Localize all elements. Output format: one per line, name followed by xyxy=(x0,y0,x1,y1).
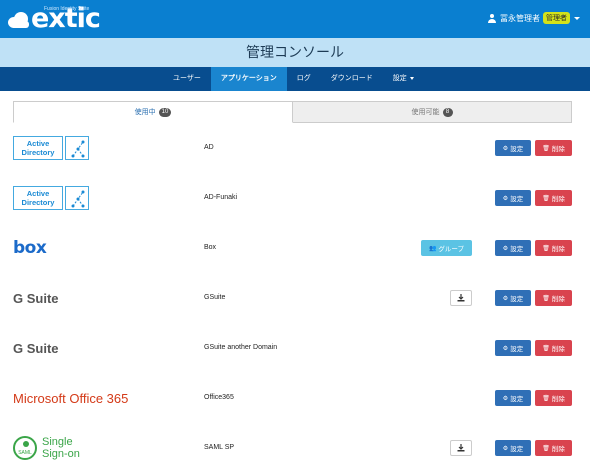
app-name: GSuite another Domain xyxy=(204,344,278,351)
delete-button[interactable]: 🗑 削除 xyxy=(535,440,572,456)
delete-button[interactable]: 🗑 削除 xyxy=(535,340,572,356)
trash-icon: 🗑 xyxy=(542,195,550,202)
gsuite-logo: G Suite xyxy=(13,290,59,306)
single-sign-on-logo: SAML Single Sign-on xyxy=(13,423,80,473)
app-name: Office365 xyxy=(204,394,234,401)
count-badge: 8 xyxy=(442,107,453,117)
trash-icon: 🗑 xyxy=(542,395,550,402)
table-row: SAML Single Sign-on SAML SP ⚙ 設定 🗑 削除 xyxy=(0,423,590,473)
trash-icon: 🗑 xyxy=(542,245,550,252)
download-button[interactable] xyxy=(450,440,472,456)
top-bar: extic Fusion Identity Suite 冨永管理者 管理者 xyxy=(0,0,590,38)
nav-item-label: 設定 xyxy=(392,75,407,82)
user-icon xyxy=(488,13,496,23)
gsuite-logo: G Suite xyxy=(13,340,59,356)
app-name: AD-Funaki xyxy=(204,194,238,201)
download-icon xyxy=(457,294,465,302)
table-row: Microsoft Office 365 Office365 ⚙ 設定 🗑 削除 xyxy=(0,373,590,423)
download-button[interactable] xyxy=(450,290,472,306)
nav-item-logs[interactable]: ログ xyxy=(287,67,321,91)
delete-button[interactable]: 🗑 削除 xyxy=(535,240,572,256)
settings-button[interactable]: ⚙ 設定 xyxy=(495,390,531,406)
tab-label: 使用中 xyxy=(134,109,156,116)
app-name: SAML SP xyxy=(204,444,235,451)
page-title: 管理コンソール xyxy=(0,38,590,67)
microsoft-office-logo: Microsoft Office 365 xyxy=(13,390,129,406)
nav-item-label: アプリケーション xyxy=(220,75,277,82)
active-directory-logo: Active Directory xyxy=(13,173,89,223)
active-directory-logo: Active Directory xyxy=(13,123,89,173)
group-button[interactable]: 👥 グループ xyxy=(421,240,472,256)
app-name: Box xyxy=(204,244,217,251)
nav-item-users[interactable]: ユーザー xyxy=(163,67,211,91)
trash-icon: 🗑 xyxy=(542,295,550,302)
gear-icon: ⚙ xyxy=(502,345,509,352)
chevron-down-icon xyxy=(574,16,580,20)
extic-logo[interactable]: extic Fusion Identity Suite xyxy=(8,3,101,35)
gear-icon: ⚙ xyxy=(502,195,509,202)
table-row: box Box 👥 グループ ⚙ 設定 🗑 削除 xyxy=(0,223,590,273)
tab-available[interactable]: 使用可能 8 xyxy=(293,101,572,123)
delete-button[interactable]: 🗑 削除 xyxy=(535,140,572,156)
gear-icon: ⚙ xyxy=(502,395,509,402)
box-logo: box xyxy=(13,238,47,258)
tab-in-use[interactable]: 使用中 10 xyxy=(13,101,293,123)
nav-item-settings[interactable]: 設定 xyxy=(383,67,424,91)
settings-button[interactable]: ⚙ 設定 xyxy=(495,140,531,156)
user-menu[interactable]: 冨永管理者 管理者 xyxy=(488,12,580,24)
table-row: Active Directory AD-Funaki ⚙ 設定 🗑 削除 xyxy=(0,173,590,223)
app-name: AD xyxy=(204,144,214,151)
download-icon xyxy=(457,444,465,452)
nav-item-label: ダウンロード xyxy=(330,75,373,82)
cloud-icon xyxy=(8,10,30,28)
gear-icon: ⚙ xyxy=(502,245,509,252)
delete-button[interactable]: 🗑 削除 xyxy=(535,190,572,206)
brand-tagline: Fusion Identity Suite xyxy=(44,6,90,12)
users-icon: 👥 xyxy=(428,245,437,252)
settings-button[interactable]: ⚙ 設定 xyxy=(495,240,531,256)
main-nav: ユーザー アプリケーション ログ ダウンロード 設定 xyxy=(0,67,590,91)
table-row: Active Directory AD ⚙ 設定 🗑 削除 xyxy=(0,123,590,173)
nav-item-download[interactable]: ダウンロード xyxy=(321,67,383,91)
table-row: G Suite GSuite another Domain ⚙ 設定 🗑 削除 xyxy=(0,323,590,373)
table-row: G Suite GSuite ⚙ 設定 🗑 削除 xyxy=(0,273,590,323)
settings-button[interactable]: ⚙ 設定 xyxy=(495,440,531,456)
trash-icon: 🗑 xyxy=(542,445,550,452)
nav-item-applications[interactable]: アプリケーション xyxy=(210,67,287,91)
nav-item-label: ログ xyxy=(296,75,311,82)
gear-icon: ⚙ xyxy=(502,445,509,452)
settings-button[interactable]: ⚙ 設定 xyxy=(495,340,531,356)
trash-icon: 🗑 xyxy=(542,145,550,152)
gear-icon: ⚙ xyxy=(502,145,509,152)
count-badge: 10 xyxy=(158,107,172,117)
settings-button[interactable]: ⚙ 設定 xyxy=(495,190,531,206)
settings-button[interactable]: ⚙ 設定 xyxy=(495,290,531,306)
delete-button[interactable]: 🗑 削除 xyxy=(535,390,572,406)
trash-icon: 🗑 xyxy=(542,345,550,352)
delete-button[interactable]: 🗑 削除 xyxy=(535,290,572,306)
key-icon xyxy=(23,441,29,447)
app-tabs: 使用中 10 使用可能 8 xyxy=(13,101,572,123)
role-badge: 管理者 xyxy=(543,12,570,24)
gear-icon: ⚙ xyxy=(502,295,509,302)
app-name: GSuite xyxy=(204,294,226,301)
nav-item-label: ユーザー xyxy=(173,75,201,82)
user-name: 冨永管理者 xyxy=(500,13,540,23)
tab-label: 使用可能 xyxy=(411,109,440,116)
chevron-down-icon xyxy=(409,76,414,80)
